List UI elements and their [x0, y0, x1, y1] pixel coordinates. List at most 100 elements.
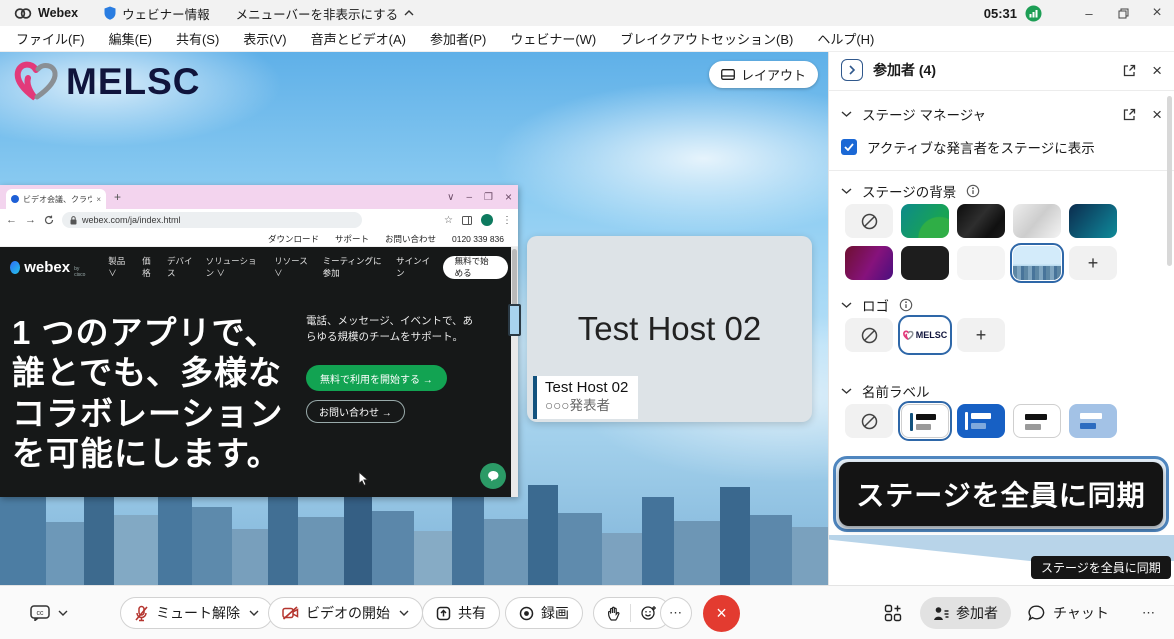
background-thumb-purple[interactable]: [845, 246, 893, 280]
back-icon[interactable]: ←: [6, 214, 17, 226]
url-bar[interactable]: webex.com/ja/index.html: [62, 212, 362, 228]
site-nav-pricing[interactable]: 価格: [142, 255, 156, 279]
url-text: webex.com/ja/index.html: [82, 215, 181, 225]
unmute-chevron-icon[interactable]: [249, 610, 259, 616]
logo-info-icon[interactable]: [899, 298, 913, 312]
stage-logo: MELSC: [14, 60, 201, 104]
menu-breakout[interactable]: ブレイクアウトセッション(B): [620, 29, 793, 48]
background-thumb-green[interactable]: [901, 204, 949, 238]
sidepanel-icon[interactable]: [462, 216, 472, 225]
site-nav-devices[interactable]: デバイス: [167, 255, 195, 279]
menu-participants[interactable]: 参加者(P): [430, 29, 486, 48]
tab-close-icon[interactable]: ×: [96, 195, 101, 204]
more-dots-icon: ⋯: [669, 605, 683, 621]
reload-icon[interactable]: [44, 215, 54, 225]
share-button[interactable]: 共有: [422, 597, 500, 629]
close-panel-icon[interactable]: ×: [1152, 62, 1162, 79]
site-primary-cta-button[interactable]: 無料で利用を開始する →: [306, 365, 447, 391]
browser-close-icon[interactable]: ×: [505, 190, 512, 204]
browser-menu-chevron-icon[interactable]: ∨: [447, 192, 454, 203]
close-icon[interactable]: ×: [1140, 0, 1174, 26]
link-contact[interactable]: お問い合わせ: [385, 233, 436, 245]
menu-edit[interactable]: 編集(E): [109, 29, 152, 48]
browser-menu-dots-icon[interactable]: ⋮: [502, 215, 512, 226]
forward-icon[interactable]: →: [25, 214, 36, 226]
leave-meeting-button[interactable]: ×: [703, 595, 740, 632]
site-join-link[interactable]: ミーティングに参加: [323, 255, 385, 279]
sync-stage-button[interactable]: ステージを全員に同期: [839, 462, 1163, 526]
stage-manager-chevron-icon[interactable]: [841, 111, 852, 117]
participants-button[interactable]: 参加者: [920, 597, 1011, 629]
menu-audio-video[interactable]: 音声とビデオ(A): [311, 29, 406, 48]
connection-quality-icon[interactable]: [1025, 5, 1042, 22]
logo-none-thumb[interactable]: [845, 318, 893, 352]
webinar-info-button[interactable]: ウェビナー情報: [104, 4, 210, 23]
name-label-style-1-selected[interactable]: [901, 404, 949, 438]
site-nav-resources[interactable]: リソース ∨: [274, 255, 310, 279]
menu-view[interactable]: 表示(V): [243, 29, 286, 48]
background-thumb-black[interactable]: [901, 246, 949, 280]
background-none-thumb[interactable]: [845, 204, 893, 238]
menu-share[interactable]: 共有(S): [176, 29, 219, 48]
background-thumb-dark-wave[interactable]: [957, 204, 1005, 238]
popout-stage-manager-icon[interactable]: [1123, 108, 1136, 121]
webex-site-logo[interactable]: webex by cisco: [10, 257, 88, 278]
browser-restore-icon[interactable]: ❐: [484, 192, 493, 203]
link-download[interactable]: ダウンロード: [268, 233, 319, 245]
logo-chevron-icon[interactable]: [841, 302, 852, 308]
record-button[interactable]: 録画: [505, 597, 583, 629]
background-thumb-teal[interactable]: [1069, 204, 1117, 238]
site-nav-solutions[interactable]: ソリューション ∨: [206, 255, 264, 279]
start-video-button[interactable]: ビデオの開始: [268, 597, 423, 629]
link-support[interactable]: サポート: [335, 233, 369, 245]
minimize-icon[interactable]: –: [1072, 0, 1106, 26]
apps-button[interactable]: [884, 597, 902, 629]
chat-button[interactable]: チャット: [1028, 597, 1109, 629]
name-label-none-thumb[interactable]: [845, 404, 893, 438]
active-speaker-checkbox[interactable]: [841, 139, 857, 155]
menu-help[interactable]: ヘルプ(H): [817, 29, 874, 48]
background-thumb-light-gray[interactable]: [1013, 204, 1061, 238]
name-label-chevron-icon[interactable]: [841, 388, 852, 394]
background-thumb-white[interactable]: [957, 246, 1005, 280]
background-chevron-icon[interactable]: [841, 188, 852, 194]
new-tab-icon[interactable]: +: [114, 190, 121, 204]
name-label-style-4[interactable]: [1069, 404, 1117, 438]
panel-scrollbar[interactable]: [1167, 96, 1172, 266]
menu-file[interactable]: ファイル(F): [16, 29, 85, 48]
browser-scrollbar[interactable]: [511, 247, 518, 497]
logo-add-button[interactable]: +: [957, 318, 1005, 352]
raise-hand-icon[interactable]: [607, 606, 620, 621]
overflow-menu-button[interactable]: ⋯: [1142, 597, 1155, 629]
background-thumb-city-selected[interactable]: [1013, 246, 1061, 280]
unmute-button[interactable]: ミュート解除: [120, 597, 273, 629]
more-options-button[interactable]: ⋯: [660, 597, 692, 629]
browser-tab[interactable]: ビデオ会議、クラウド電話、画面共有 ×: [6, 189, 106, 209]
close-stage-manager-icon[interactable]: ×: [1152, 106, 1162, 123]
logo-thumb-melsc-selected[interactable]: MELSC: [901, 318, 949, 352]
menu-webinar[interactable]: ウェビナー(W): [510, 29, 596, 48]
site-contact-button[interactable]: お問い合わせ →: [306, 400, 405, 423]
background-add-button[interactable]: +: [1069, 246, 1117, 280]
hide-menubar-button[interactable]: メニューバーを非表示にする: [236, 4, 415, 23]
star-icon[interactable]: ☆: [444, 215, 453, 226]
reactions-smiley-icon[interactable]: [641, 605, 657, 621]
collapse-panel-button[interactable]: [841, 59, 863, 81]
site-chat-widget-icon[interactable]: [480, 463, 506, 489]
site-signin-link[interactable]: サインイン: [396, 255, 430, 279]
video-tile[interactable]: Test Host 02 Test Host 02 ○○○発表者: [527, 236, 812, 422]
background-info-icon[interactable]: [966, 184, 980, 198]
closed-captions-button[interactable]: cc: [30, 597, 68, 629]
browser-minimize-icon[interactable]: –: [466, 192, 472, 203]
name-label-style-3[interactable]: [1013, 404, 1061, 438]
site-nav-products[interactable]: 製品 ∨: [108, 255, 131, 279]
shared-content-resize-handle[interactable]: [508, 304, 521, 336]
restore-icon[interactable]: [1106, 0, 1140, 26]
site-start-free-button[interactable]: 無料で始める: [443, 256, 508, 279]
popout-panel-icon[interactable]: [1123, 64, 1136, 77]
captions-chevron-icon[interactable]: [58, 610, 68, 616]
video-chevron-icon[interactable]: [399, 610, 409, 616]
layout-button[interactable]: レイアウト: [709, 61, 818, 88]
name-label-style-2[interactable]: [957, 404, 1005, 438]
profile-avatar[interactable]: [481, 214, 493, 226]
